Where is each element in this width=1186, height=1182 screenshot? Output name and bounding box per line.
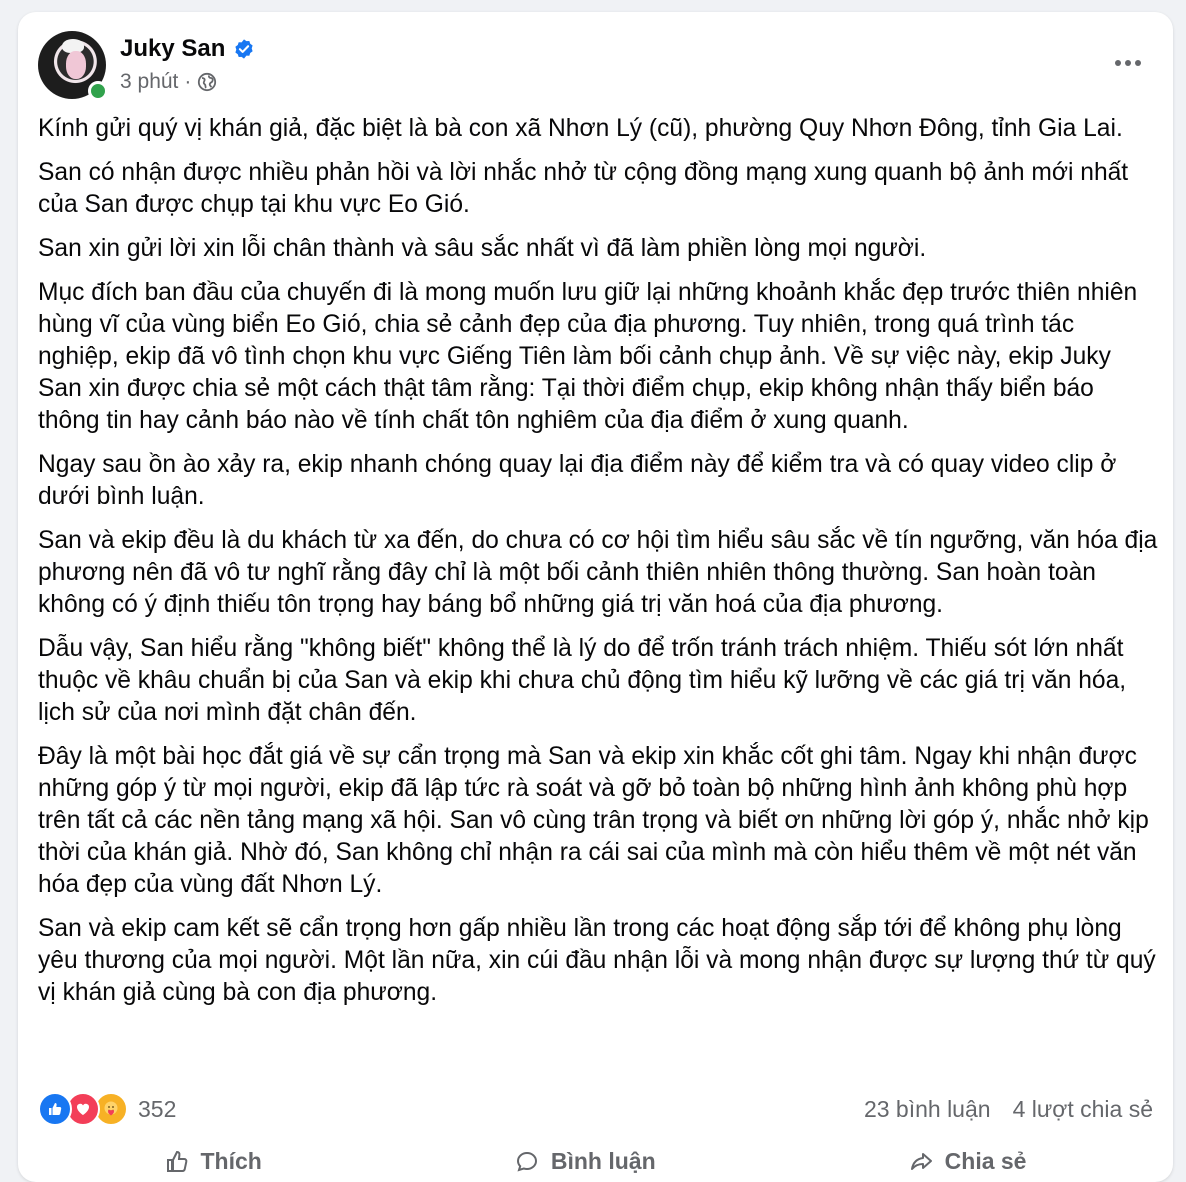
comment-button[interactable]: Bình luận	[515, 1148, 656, 1175]
post-paragraph: San và ekip cam kết sẽ cẩn trọng hơn gấp…	[38, 915, 1156, 1006]
more-dot	[1135, 60, 1141, 66]
meta-separator: ·	[184, 70, 192, 93]
comment-count[interactable]: 23 bình luận	[864, 1096, 991, 1123]
post-paragraph: Kính gửi quý vị khán giả, đặc biệt là bà…	[38, 115, 1123, 142]
post-time[interactable]: 3 phút	[120, 70, 178, 94]
post-card: Juky San 3 phút · Kính gửi quý vị khán g…	[18, 12, 1173, 1182]
online-status-dot	[88, 81, 108, 101]
reactions-summary[interactable]: 352	[38, 1092, 176, 1126]
post-meta: 3 phút ·	[120, 70, 217, 94]
post-paragraph: Ngay sau ồn ào xảy ra, ekip nhanh chóng …	[38, 451, 1117, 510]
more-dot	[1115, 60, 1121, 66]
post-body: Kính gửi quý vị khán giả, đặc biệt là bà…	[38, 113, 1158, 1021]
post-paragraph: Đây là một bài học đắt giá về sự cẩn trọ…	[38, 743, 1149, 898]
like-icon	[166, 1150, 187, 1172]
like-button[interactable]: Thích	[165, 1148, 262, 1175]
avatar-face	[66, 51, 86, 79]
more-dot	[1125, 60, 1131, 66]
verified-badge-icon	[235, 39, 254, 59]
author-name[interactable]: Juky San	[120, 35, 225, 63]
share-button[interactable]: Chia sẻ	[909, 1148, 1027, 1175]
post-paragraph: San có nhận được nhiều phản hồi và lời n…	[38, 159, 1129, 218]
post-paragraph: Dẫu vậy, San hiểu rằng "không biết" khôn…	[38, 635, 1127, 726]
author-row: Juky San	[120, 35, 255, 63]
engagement-stats: 23 bình luận 4 lượt chia sẻ	[864, 1096, 1153, 1123]
like-label: Thích	[200, 1148, 262, 1174]
share-icon	[910, 1152, 932, 1170]
globe-icon[interactable]	[197, 72, 217, 92]
like-reaction-icon	[38, 1092, 72, 1126]
comment-label: Bình luận	[550, 1148, 656, 1174]
more-options-icon[interactable]	[1108, 51, 1148, 75]
reaction-count: 352	[138, 1095, 177, 1122]
post-paragraph: San và ekip đều là du khách từ xa đến, d…	[38, 527, 1158, 618]
share-count[interactable]: 4 lượt chia sẻ	[1013, 1096, 1153, 1123]
action-bar: Thích Bình luận Chia sẻ	[38, 1148, 1153, 1175]
post-header: Juky San 3 phút ·	[38, 31, 1148, 101]
post-paragraph: Mục đích ban đầu của chuyến đi là mong m…	[38, 279, 1138, 434]
comment-icon	[516, 1151, 537, 1172]
post-paragraph: San xin gửi lời xin lỗi chân thành và sâ…	[38, 235, 927, 262]
share-label: Chia sẻ	[944, 1148, 1027, 1174]
